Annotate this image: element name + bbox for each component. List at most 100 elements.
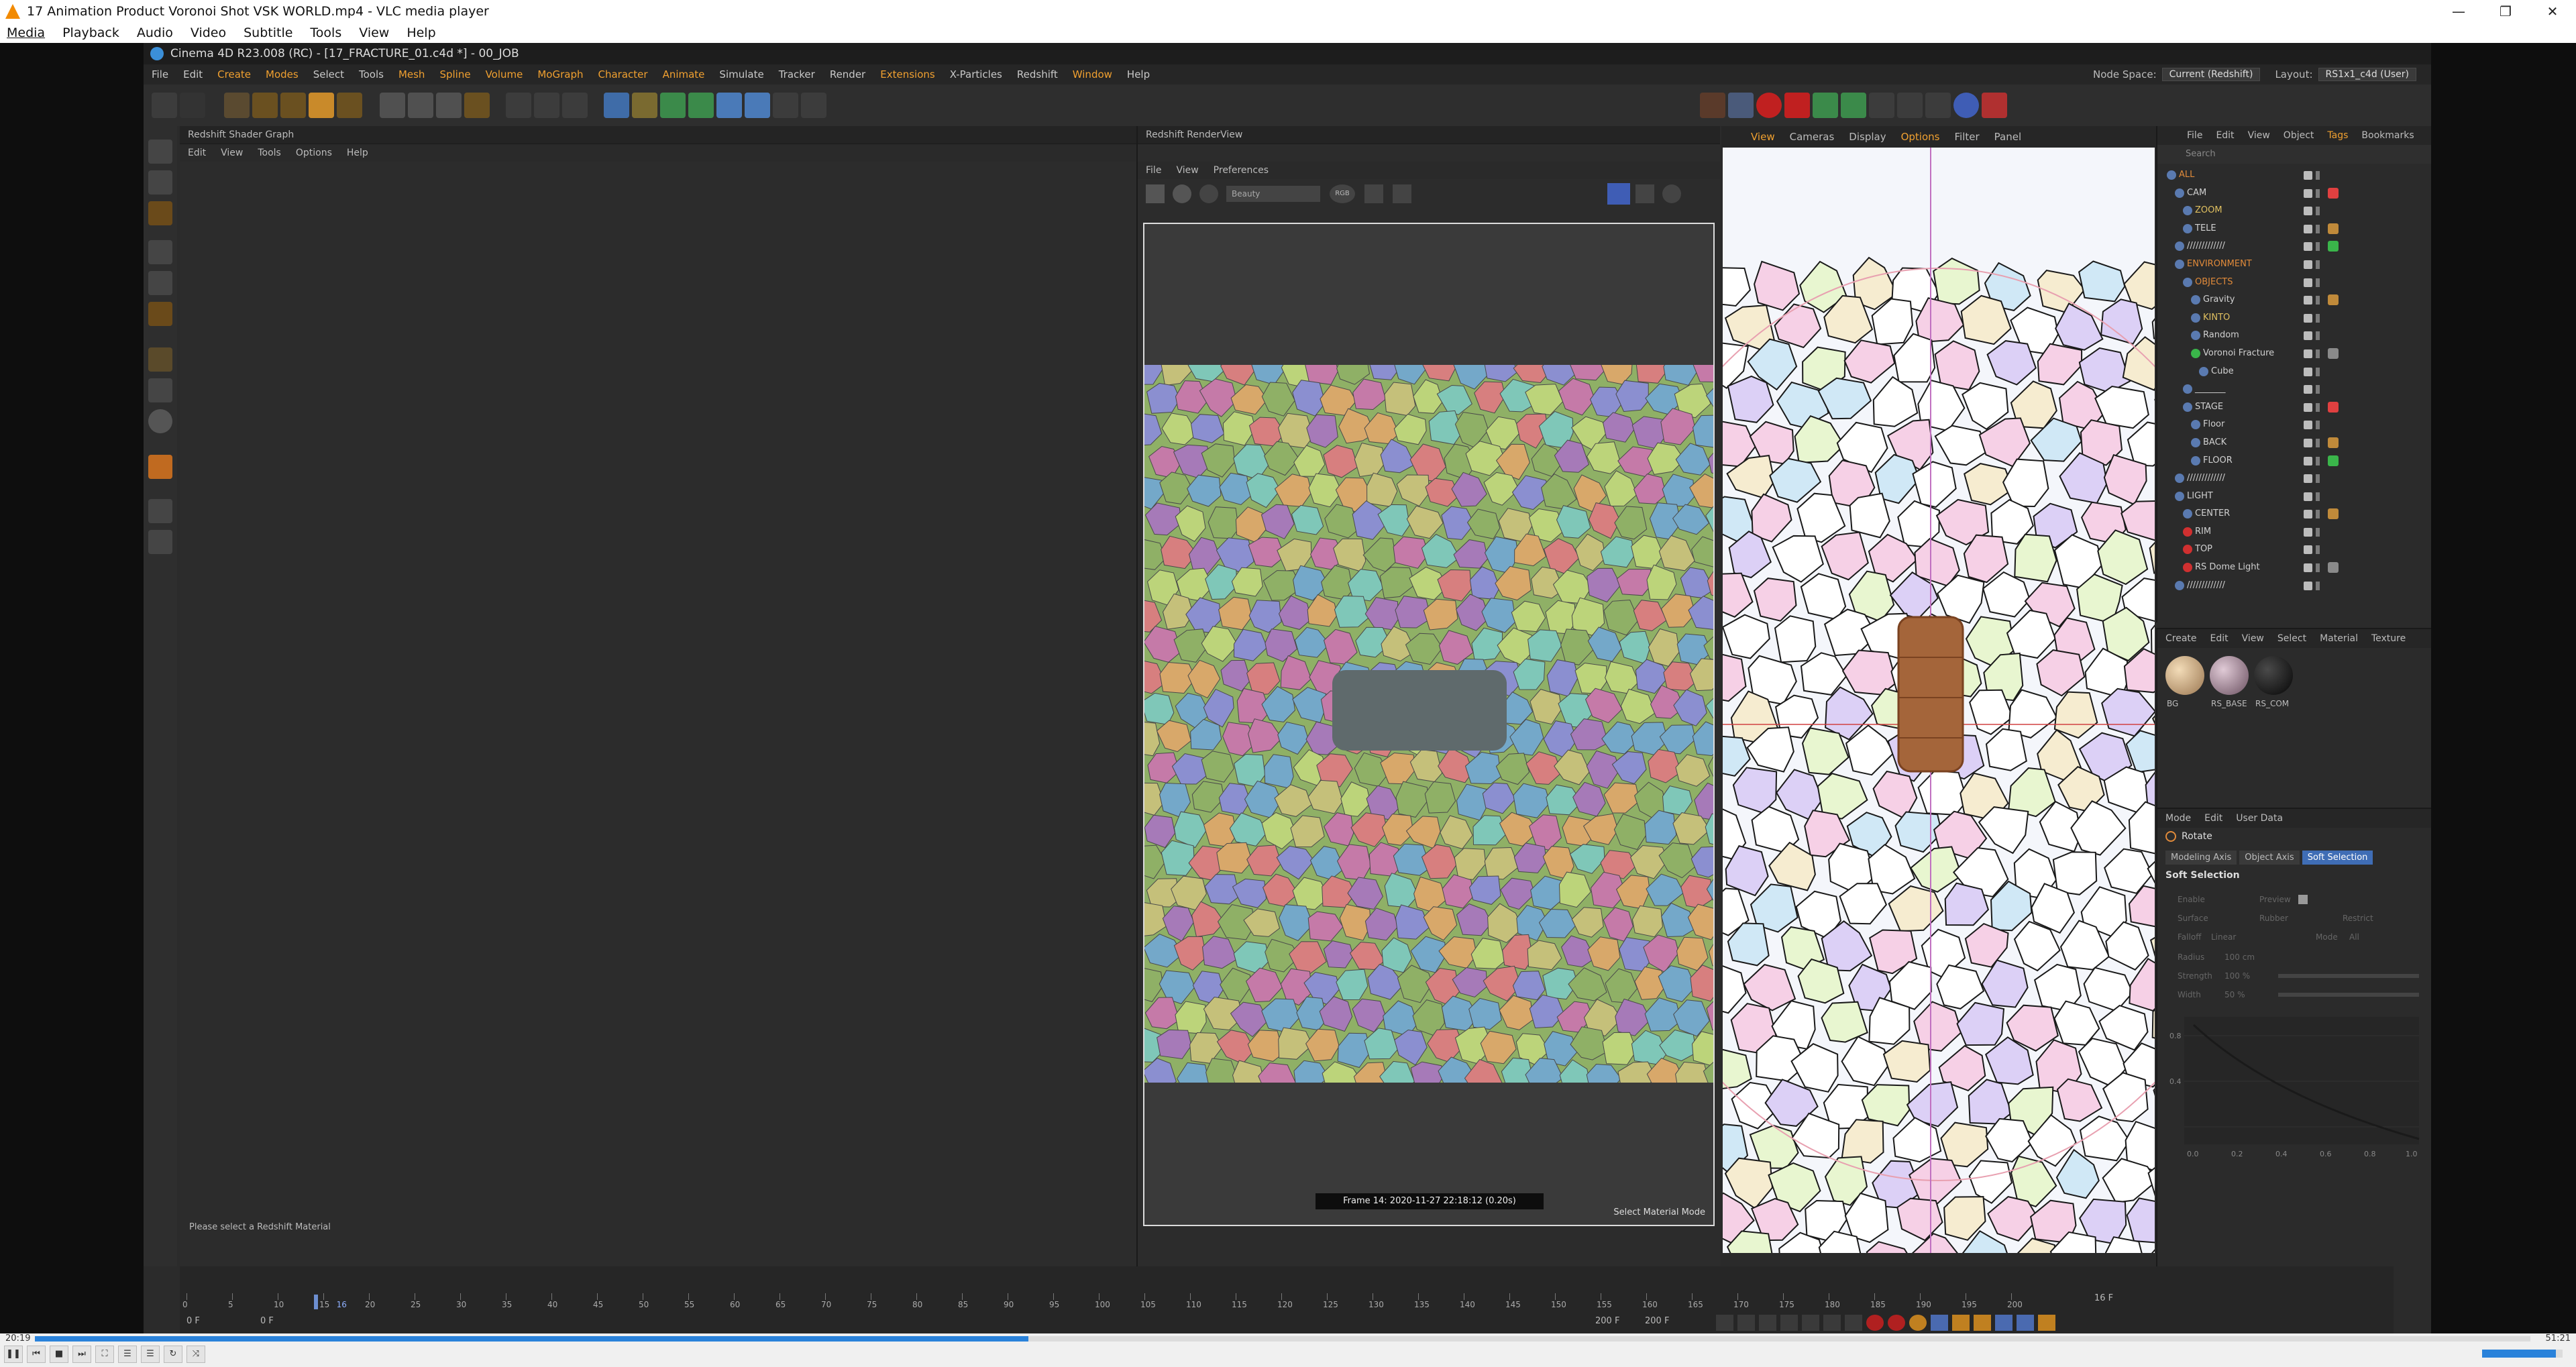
render-dots-toggle[interactable] [2316, 421, 2320, 430]
render-dots-toggle[interactable] [2316, 545, 2320, 555]
render-dots-toggle[interactable] [2316, 260, 2320, 269]
go-to-start-icon[interactable] [1716, 1315, 1733, 1331]
attr-menu-edit[interactable]: Edit [2204, 813, 2222, 824]
material-swatch-rs-com[interactable] [2254, 656, 2293, 695]
mat-menu-create[interactable]: Create [2165, 633, 2197, 644]
c4d-menu-volume[interactable]: Volume [486, 68, 523, 80]
coordinate-system-icon[interactable] [464, 93, 490, 118]
c4d-menu-create[interactable]: Create [217, 68, 251, 80]
max-frame-field[interactable]: 200 F [1595, 1316, 1619, 1333]
camera-icon[interactable] [773, 93, 798, 118]
visibility-checkbox[interactable] [2304, 242, 2312, 252]
aov-dropdown[interactable]: Beauty [1226, 186, 1320, 202]
solo-icon[interactable] [148, 409, 172, 433]
timeline-ruler[interactable]: 0 5 10 15 20 25 30 35 40 45 50 55 60 65 70 75 80 85 90 95 10… [182, 1293, 2023, 1313]
clapper-icon[interactable] [1146, 184, 1165, 203]
minimize-icon[interactable]: — [2435, 0, 2482, 23]
visibility-checkbox[interactable] [2304, 492, 2312, 501]
visibility-checkbox[interactable] [2304, 527, 2312, 537]
next-icon[interactable]: ⏭ [72, 1346, 91, 1363]
render-dots-toggle[interactable] [2316, 331, 2320, 341]
render-dots-toggle[interactable] [2316, 242, 2320, 252]
attr-menu-mode[interactable]: Mode [2165, 813, 2191, 824]
om-menu-edit[interactable]: Edit [2216, 130, 2234, 141]
object-row[interactable]: ///////////// [2157, 577, 2431, 595]
visibility-checkbox[interactable] [2304, 402, 2312, 412]
object-row[interactable]: Cube [2157, 363, 2431, 381]
polygons-mode-icon[interactable] [148, 302, 172, 326]
scale-tool-icon[interactable] [280, 93, 306, 118]
axis-mode-icon[interactable] [148, 347, 172, 372]
bucket-render-icon[interactable] [1607, 183, 1630, 205]
redshift-bake-icon[interactable] [1982, 93, 2007, 118]
scale-key-icon[interactable] [1952, 1315, 1970, 1331]
vp-menu-view[interactable]: View [1751, 131, 1775, 143]
render-dots-toggle[interactable] [2316, 313, 2320, 323]
visibility-checkbox[interactable] [2304, 224, 2312, 233]
vlc-menu-media[interactable]: Media [7, 25, 45, 40]
object-row[interactable]: ALL [2157, 166, 2431, 184]
object-row[interactable]: TELE [2157, 220, 2431, 238]
rotate-tool-icon[interactable] [309, 93, 334, 118]
vlc-menu-audio[interactable]: Audio [137, 25, 173, 40]
object-tag-icon[interactable] [2328, 223, 2339, 234]
vp-menu-panel[interactable]: Panel [1994, 131, 2021, 143]
om-menu-file[interactable]: File [2187, 130, 2202, 141]
extended-settings-icon[interactable]: ☰ [118, 1346, 137, 1363]
render-dots-toggle[interactable] [2316, 402, 2320, 412]
redshift-aov-icon[interactable] [1925, 93, 1951, 118]
object-row[interactable]: ZOOM [2157, 202, 2431, 220]
snap-icon[interactable] [148, 378, 172, 402]
playhead[interactable] [314, 1295, 318, 1309]
object-tag-icon[interactable] [2328, 401, 2339, 413]
c4d-menu-modes[interactable]: Modes [266, 68, 299, 80]
render-dots-toggle[interactable] [2316, 510, 2320, 519]
render-dots-toggle[interactable] [2316, 367, 2320, 376]
vp-menu-filter[interactable]: Filter [1954, 131, 1979, 143]
c4d-menu-mograph[interactable]: MoGraph [537, 68, 583, 80]
shader-menu-tools[interactable]: Tools [258, 148, 281, 158]
volume-slider[interactable] [2482, 1350, 2563, 1358]
om-menu-object[interactable]: Object [2284, 130, 2314, 141]
c4d-menu-file[interactable]: File [152, 68, 168, 80]
object-tag-icon[interactable] [2328, 187, 2339, 199]
visibility-checkbox[interactable] [2304, 278, 2312, 287]
object-row[interactable]: KINTO [2157, 309, 2431, 327]
redshift-render-icon[interactable] [1728, 93, 1754, 118]
shuffle-icon[interactable]: ⤨ [186, 1346, 205, 1363]
edges-mode-icon[interactable] [148, 271, 172, 295]
render-settings-gear-icon[interactable] [1662, 184, 1681, 203]
workplane-icon[interactable] [148, 201, 172, 225]
layout-dropdown[interactable]: RS1x1_c4d (User) [2318, 68, 2416, 81]
next-key-icon[interactable] [1823, 1315, 1841, 1331]
render-dots-toggle[interactable] [2316, 456, 2320, 466]
model-mode-icon[interactable] [148, 140, 172, 164]
visibility-checkbox[interactable] [2304, 456, 2312, 466]
shader-menu-edit[interactable]: Edit [188, 148, 206, 158]
vlc-menu-subtitle[interactable]: Subtitle [244, 25, 292, 40]
object-row[interactable]: BACK [2157, 434, 2431, 452]
object-row[interactable]: Gravity [2157, 291, 2431, 309]
c4d-menu-character[interactable]: Character [598, 68, 648, 80]
attr-menu-user-data[interactable]: User Data [2236, 813, 2283, 824]
render-dots-toggle[interactable] [2316, 385, 2320, 394]
c4d-menu-mesh[interactable]: Mesh [398, 68, 425, 80]
vlc-menu-video[interactable]: Video [191, 25, 226, 40]
current-frame-field[interactable]: 16 F [2094, 1293, 2113, 1311]
node-space-dropdown[interactable]: Current (Redshift) [2161, 68, 2261, 81]
cloner-icon[interactable] [688, 93, 714, 118]
grid-view-icon[interactable] [1635, 184, 1654, 203]
visibility-checkbox[interactable] [2304, 171, 2312, 180]
object-row[interactable]: Random [2157, 327, 2431, 345]
play-render-icon[interactable] [1173, 184, 1191, 203]
rv-menu-view[interactable]: View [1176, 165, 1198, 176]
render-dots-toggle[interactable] [2316, 581, 2320, 590]
recent-tools-icon[interactable] [337, 93, 362, 118]
snapshot-icon[interactable] [1364, 184, 1383, 203]
next-frame-icon[interactable] [1802, 1315, 1819, 1331]
light-icon[interactable] [801, 93, 826, 118]
crop-icon[interactable] [1393, 184, 1411, 203]
mat-menu-material[interactable]: Material [2320, 633, 2358, 644]
c4d-menu-animate[interactable]: Animate [663, 68, 705, 80]
render-dots-toggle[interactable] [2316, 563, 2320, 573]
